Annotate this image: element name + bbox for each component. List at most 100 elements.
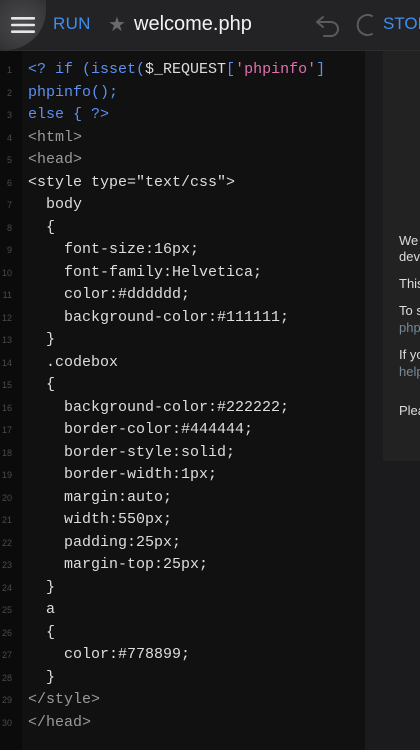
code-text: border-width:1px;: [28, 466, 218, 483]
code-text: {: [28, 218, 56, 236]
code-line[interactable]: 11 color:#dddddd;: [0, 284, 365, 307]
file-title: welcome.php: [134, 13, 252, 35]
code-line[interactable]: 18 border-style:solid;: [0, 442, 365, 465]
code-text: }: [28, 578, 56, 596]
code-line[interactable]: 12 background-color:#111111;: [0, 307, 365, 330]
code-line[interactable]: 15 {: [0, 374, 365, 397]
code-text: color:#778899;: [28, 646, 191, 663]
code-line[interactable]: 28 }: [0, 667, 365, 690]
line-number: 15: [1, 380, 12, 390]
line-number: 24: [1, 582, 12, 593]
code-line[interactable]: 2 phpinfo();: [0, 82, 365, 105]
code-text: </style>: [28, 691, 101, 708]
line-number: 30: [1, 717, 12, 728]
code-text: <html>: [28, 128, 83, 146]
code-editor[interactable]: 1 <? if (isset($_REQUEST['phpinfo'] 2 phpin…: [0, 51, 365, 750]
code-text: <style type="text/css">: [28, 173, 236, 191]
code-text: padding:25px;: [28, 533, 182, 551]
preview-link[interactable]: php: [399, 320, 420, 335]
line-number: 11: [2, 290, 12, 300]
line-number: 13: [1, 335, 12, 345]
redo-icon[interactable]: [352, 12, 378, 43]
code-text: .codebox: [28, 353, 119, 371]
line-number: 12: [1, 312, 12, 323]
code-line[interactable]: 25 a: [0, 599, 365, 622]
line-number: 25: [1, 605, 12, 615]
preview-pane: Wedev This To s php If yo help Plea: [383, 51, 420, 461]
line-number: 2: [6, 87, 12, 98]
line-number: 4: [6, 132, 12, 143]
code-line[interactable]: 23 margin-top:25px;: [0, 554, 365, 577]
pane-divider[interactable]: [365, 51, 383, 750]
code-line[interactable]: 1 <? if (isset($_REQUEST['phpinfo']: [0, 59, 365, 82]
code-text: color:#dddddd;: [28, 286, 191, 303]
line-number: 28: [1, 672, 12, 683]
code-line[interactable]: 3 else { ?>: [0, 104, 365, 127]
line-number: 23: [1, 560, 12, 570]
code-line[interactable]: 6 <style type="text/css">: [0, 172, 365, 195]
code-line[interactable]: 30 </head>: [0, 712, 365, 735]
code-text: </head>: [28, 713, 92, 731]
undo-icon[interactable]: [314, 12, 342, 43]
line-number: 20: [1, 492, 12, 503]
preview-text: We: [399, 233, 419, 248]
code-text: <head>: [28, 151, 83, 168]
code-line[interactable]: 29 </style>: [0, 689, 365, 712]
line-number: 29: [1, 695, 12, 705]
line-number: 8: [6, 222, 12, 233]
code-line[interactable]: 21 width:550px;: [0, 509, 365, 532]
preview-text: If yo: [399, 347, 420, 362]
code-line[interactable]: 26 {: [0, 622, 365, 645]
code-line[interactable]: 19 border-width:1px;: [0, 464, 365, 487]
code-text: width:550px;: [28, 511, 173, 528]
run-button[interactable]: RUN: [53, 14, 91, 34]
preview-background: [383, 461, 420, 750]
code-text: <? if (isset($_REQUEST['phpinfo']: [28, 61, 326, 78]
preview-text: Plea: [399, 403, 420, 418]
code-text: border-color:#444444;: [28, 421, 254, 438]
code-text: margin-top:25px;: [28, 556, 209, 573]
code-text: else { ?>: [28, 106, 110, 123]
code-line[interactable]: 16 background-color:#222222;: [0, 397, 365, 420]
code-line[interactable]: 7 body: [0, 194, 365, 217]
line-number: 7: [6, 200, 12, 210]
line-number: 5: [6, 155, 12, 165]
code-line[interactable]: 4 <html>: [0, 127, 365, 150]
stop-button[interactable]: STOP: [383, 14, 420, 34]
code-line[interactable]: 8 {: [0, 217, 365, 240]
preview-text: To s: [399, 303, 420, 318]
code-line[interactable]: 14 .codebox: [0, 352, 365, 375]
code-line[interactable]: 22 padding:25px;: [0, 532, 365, 555]
line-number: 17: [1, 425, 12, 435]
code-line[interactable]: 9 font-size:16px;: [0, 239, 365, 262]
code-text: background-color:#111111;: [28, 308, 290, 326]
code-text: a: [28, 601, 56, 618]
line-number: 6: [6, 177, 12, 188]
code-text: border-style:solid;: [28, 443, 236, 461]
code-line[interactable]: 13 }: [0, 329, 365, 352]
code-text: font-size:16px;: [28, 241, 200, 258]
code-text: background-color:#222222;: [28, 398, 290, 416]
code-text: margin:auto;: [28, 488, 173, 506]
code-line[interactable]: 24 }: [0, 577, 365, 600]
line-number: 3: [6, 110, 12, 120]
code-text: {: [28, 623, 56, 641]
toolbar: RUN ★ welcome.php STOP: [0, 0, 420, 51]
code-text: font-family:Helvetica;: [28, 263, 263, 281]
code-text: }: [28, 331, 56, 348]
preview-text: This: [399, 276, 420, 291]
code-line[interactable]: 20 margin:auto;: [0, 487, 365, 510]
code-line[interactable]: 10 font-family:Helvetica;: [0, 262, 365, 285]
code-line[interactable]: 17 border-color:#444444;: [0, 419, 365, 442]
preview-link[interactable]: help: [399, 364, 420, 379]
code-line[interactable]: 27 color:#778899;: [0, 644, 365, 667]
code-line[interactable]: 5 <head>: [0, 149, 365, 172]
menu-button[interactable]: [0, 0, 46, 50]
line-number: 19: [1, 470, 12, 480]
code-text: }: [28, 668, 56, 686]
line-number: 22: [1, 537, 12, 548]
code-text: {: [28, 376, 56, 393]
star-icon[interactable]: ★: [108, 12, 126, 37]
preview-text: dev: [399, 249, 420, 264]
line-number: 10: [1, 267, 12, 278]
